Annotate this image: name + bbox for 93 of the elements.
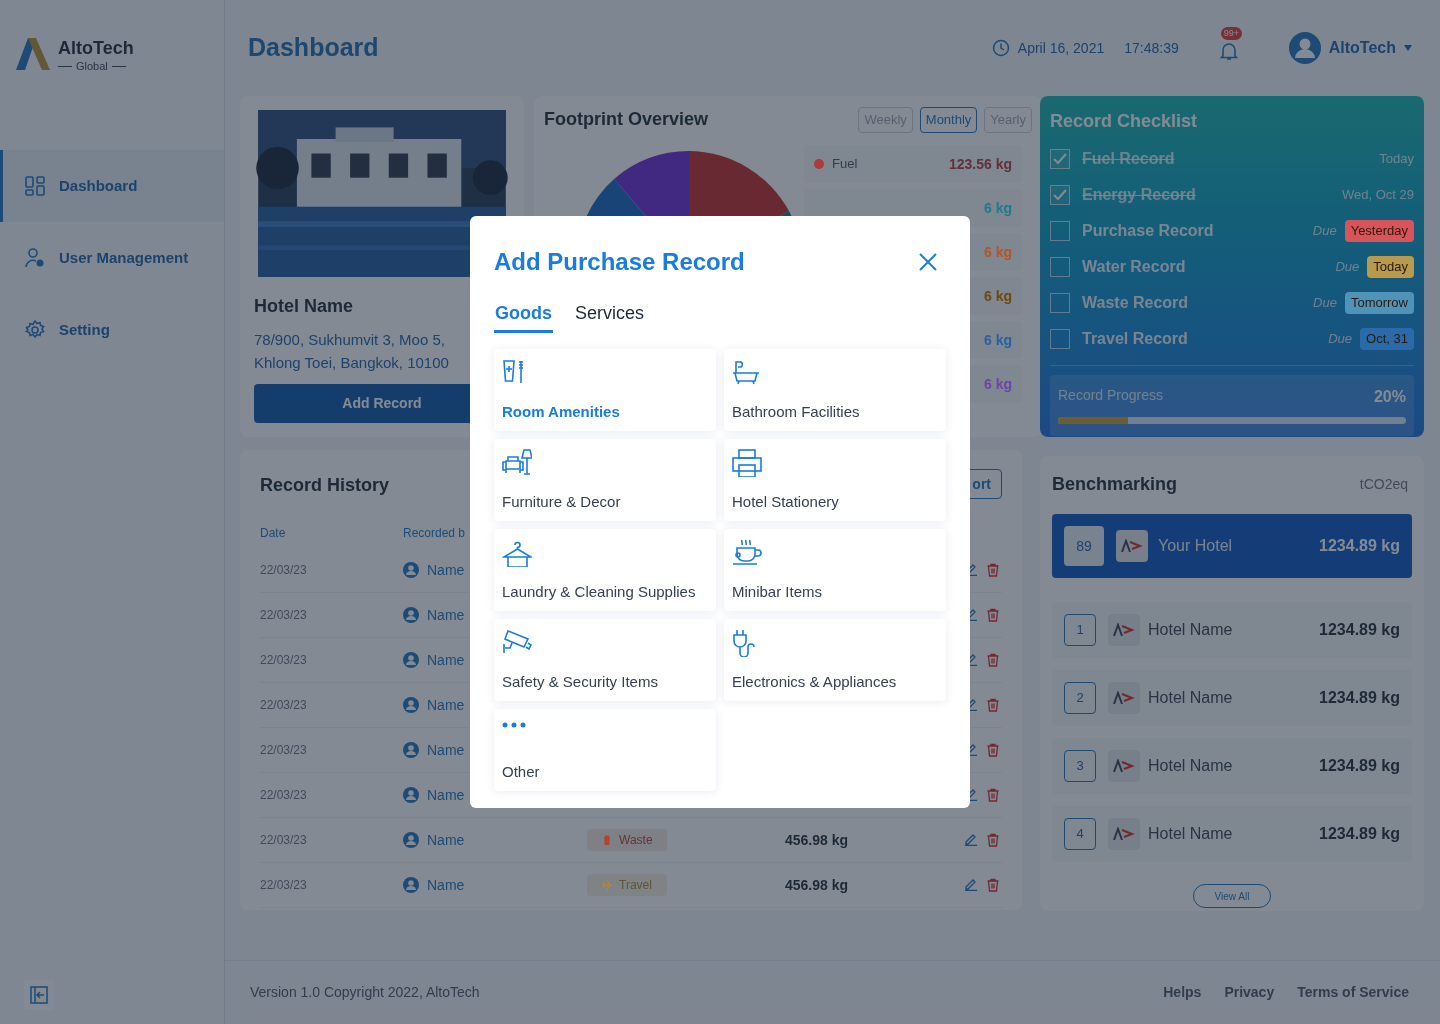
modal-title: Add Purchase Record [494,247,745,277]
logo-subtitle: Global [76,59,108,74]
progress-reading: 20% [1373,387,1406,407]
rank-badge: 1 [1064,614,1096,646]
modal-tab[interactable]: Goods [494,300,553,333]
recorded-by-cell-text: Name [427,785,466,805]
category-card[interactable]: Minibar Items [724,529,946,611]
category-card[interactable]: Furniture & Decor [494,439,716,521]
due-tag: Yesterday [1344,220,1414,242]
checklist-label: Water Record [1082,257,1186,277]
category-card[interactable]: Room Amenities [494,349,716,431]
footer-link[interactable]: Terms of Service [1297,982,1409,1003]
date-cell-text: 22/03/23 [260,742,308,759]
period-tab[interactable]: Monthly [919,106,978,133]
category-card[interactable]: Safety & Security Items [494,619,716,701]
sidebar-item[interactable]: User Management [0,222,224,294]
category-card[interactable]: Hotel Stationery [724,439,946,521]
due-label: Due [1335,258,1360,277]
due-tag: Today [1367,256,1414,278]
legend-label: Fuel [832,155,858,174]
date-cell-text: 22/03/23 [260,832,308,849]
hotel-address: 78/900, Sukhumvit 3, Moo 5, Khlong Toei, Bangkok, 10100 [254,330,450,374]
recorded-by-cell-text: Name [427,740,466,760]
checklist-label: Energy Record [1082,185,1196,205]
recorded-by-cell-text: Name [427,605,466,625]
card-title: Footprint Overview [544,108,709,131]
hotel-name: Hotel Name [1148,620,1233,640]
hotel-name: Your Hotel [1158,536,1233,556]
recorded-by-cell-text: Name [427,875,466,895]
hotel-value: 1234.89 kg [1319,688,1400,708]
rank-badge: 4 [1064,818,1096,850]
checklist-label: Fuel Record [1082,149,1175,169]
date-cell-text: 22/03/23 [260,877,308,894]
date-cell-text: 22/03/23 [260,787,308,804]
legend-value: 6 kg [984,198,1012,218]
category-card[interactable]: Other [494,709,716,791]
card-title: Benchmarking [1052,473,1178,496]
legend-value: 6 kg [984,374,1012,394]
column-header: Date [260,525,287,542]
rank-badge: 89 [1064,526,1104,566]
date-cell-text: 22/03/23 [260,562,308,579]
checklist-label: Purchase Record [1082,221,1214,241]
due-label: Due [1312,222,1337,241]
panel-title: Record Checklist [1050,110,1199,133]
category-card[interactable]: Bathroom Facilities [724,349,946,431]
footer-link[interactable]: Privacy [1224,982,1275,1003]
user-menu[interactable]: AltoTech [1288,32,1412,64]
legend-value: 123.56 kg [948,154,1012,174]
category-card[interactable]: Laundry & Cleaning Supplies [494,529,716,611]
date-cell-text: 22/03/23 [260,607,308,624]
hotel-value: 1234.89 kg [1319,824,1400,844]
due-date: Wed, Oct 29 [1342,186,1414,205]
hotel-value: 1234.89 kg [1319,536,1400,556]
unit-label: tCO2eq [1359,475,1408,494]
modal-tab[interactable]: Services [575,300,645,333]
recorded-by-cell-text: Name [427,560,466,580]
hotel-name: Hotel Name [1148,688,1233,708]
due-tag: Tomorrow [1344,292,1414,314]
copyright-text: Version 1.0 Copyright 2022, AltoTech [250,983,480,1002]
notification-badge: 99+ [1220,27,1242,40]
footer-link[interactable]: Helps [1163,982,1202,1003]
due-tag: Oct, 31 [1360,328,1414,350]
hotel-name: Hotel Name [1148,756,1233,776]
due-label: Due [1313,294,1337,313]
current-date: April 16, 2021 [1017,38,1105,58]
logo-text: AltoTech [58,38,134,58]
checklist-label: Waste Record [1082,293,1189,313]
sidebar-item[interactable]: Dashboard [0,150,224,222]
progress-label: Record Progress [1058,386,1164,405]
page-title: Dashboard [248,32,379,64]
hotel-value: 1234.89 kg [1319,756,1400,776]
legend-value: 6 kg [984,242,1012,262]
column-header: Recorded b [403,525,466,542]
legend-value: 6 kg [984,330,1012,350]
hotel-name: Hotel Name [1148,824,1233,844]
card-title: Record History [260,473,390,497]
due-date: Today [1379,150,1414,169]
legend-value: 6 kg [984,286,1012,306]
recorded-by-cell-text: Name [427,650,466,670]
category-card[interactable]: Electronics & Appliances [724,619,946,701]
date-cell-text: 22/03/23 [260,652,308,669]
amount-cell-text: 456.98 kg [785,830,849,850]
sidebar-item[interactable]: Setting [0,294,224,366]
due-label: Due [1328,330,1353,349]
hotel-value: 1234.89 kg [1319,620,1400,640]
amount-cell-text: 456.98 kg [785,875,849,895]
rank-badge: 2 [1064,682,1096,714]
current-time: 17:48:39 [1124,38,1179,58]
checklist-label: Travel Record [1082,329,1188,349]
recorded-by-cell-text: Name [427,695,466,715]
date-cell-text: 22/03/23 [260,697,308,714]
recorded-by-cell-text: Name [427,830,466,850]
rank-badge: 3 [1064,750,1096,782]
